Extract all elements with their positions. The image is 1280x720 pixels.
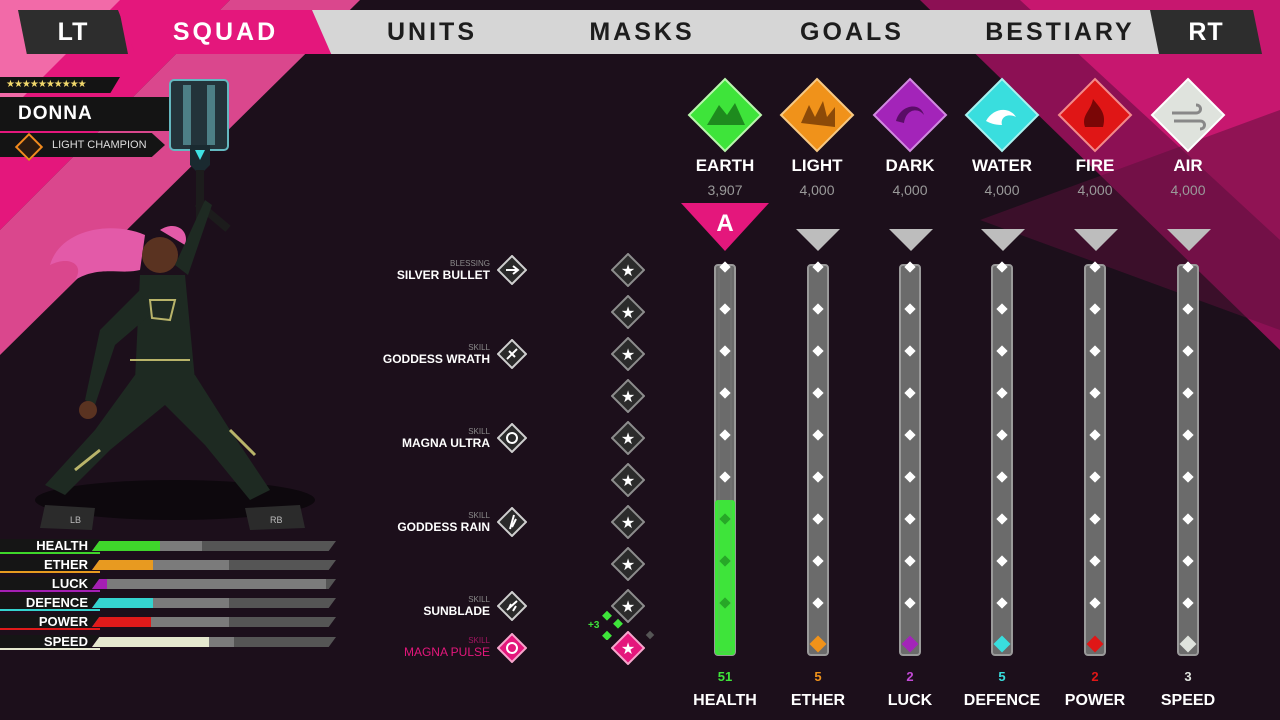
stat-columns bbox=[714, 261, 1199, 656]
column-top-caps bbox=[719, 261, 1194, 273]
column-number: 3 bbox=[1184, 669, 1192, 684]
column-stat: LUCK bbox=[887, 692, 933, 709]
column-number: 5 bbox=[814, 669, 822, 684]
column-health bbox=[714, 264, 736, 656]
column-luck-label: 2 LUCK bbox=[865, 669, 955, 710]
column-number: 51 bbox=[717, 669, 733, 684]
column-defence-label: 5 DEFENCE bbox=[957, 669, 1047, 710]
column-stat: ETHER bbox=[790, 692, 846, 709]
column-defence bbox=[991, 264, 1013, 656]
column-stat: POWER bbox=[1064, 692, 1126, 709]
column-stat: SPEED bbox=[1160, 692, 1216, 709]
column-health-label: 51 HEALTH bbox=[680, 669, 770, 710]
column-speed-label: 3 SPEED bbox=[1143, 669, 1233, 710]
column-number: 2 bbox=[906, 669, 914, 684]
column-power bbox=[1084, 264, 1106, 656]
column-luck bbox=[899, 264, 921, 656]
column-base-gems bbox=[716, 635, 1197, 653]
column-speed bbox=[1177, 264, 1199, 656]
column-stat: DEFENCE bbox=[963, 692, 1041, 709]
column-notches bbox=[719, 303, 1194, 609]
column-ether bbox=[807, 264, 829, 656]
column-number: 5 bbox=[998, 669, 1006, 684]
column-ether-label: 5 ETHER bbox=[773, 669, 863, 710]
column-stat: HEALTH bbox=[693, 692, 757, 709]
column-power-label: 2 POWER bbox=[1050, 669, 1140, 710]
column-number: 2 bbox=[1091, 669, 1099, 684]
